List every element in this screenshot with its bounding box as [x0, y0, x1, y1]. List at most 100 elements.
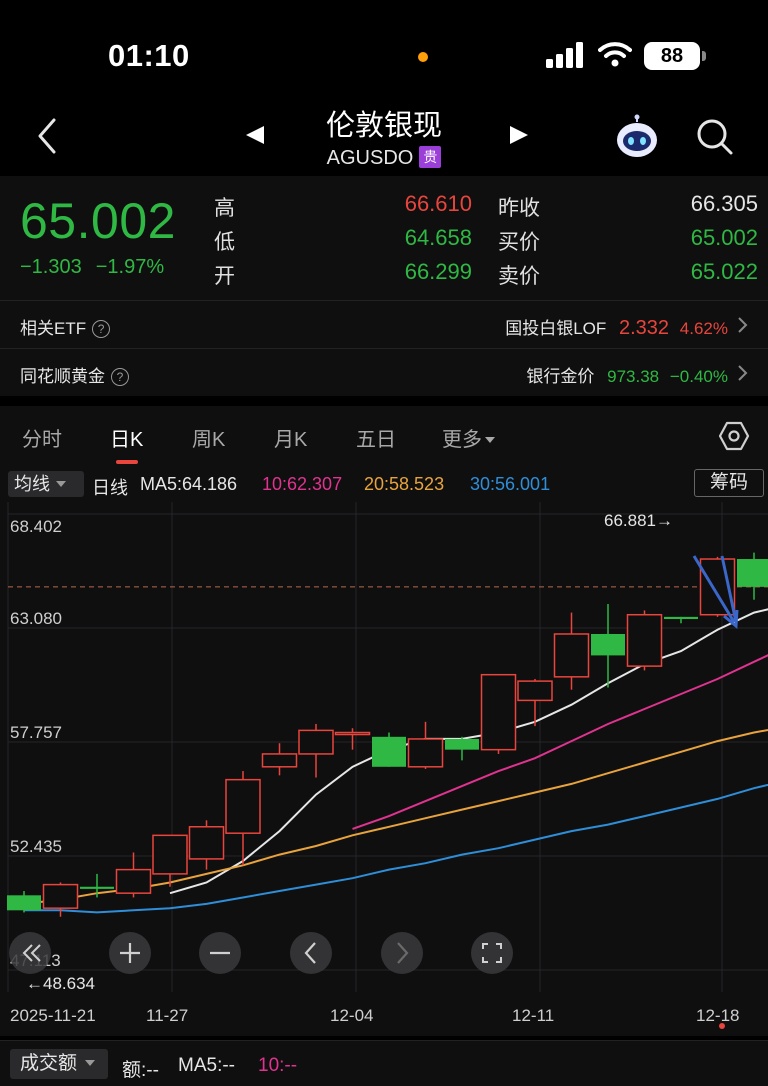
stat-label-prev-close: 昨收 [498, 197, 540, 220]
candle [445, 736, 479, 761]
chart-settings-hexagon-icon[interactable] [718, 420, 750, 452]
bank-gold-quote: 银行金价 973.38 −0.40% [526, 362, 728, 387]
instrument-code: AGUSDO 贵 [284, 146, 484, 170]
candle-body [480, 673, 517, 751]
bank-gold-price: 973.38 [607, 367, 660, 386]
chip-distribution-button[interactable]: 筹码 [694, 469, 764, 497]
indicator-select[interactable]: 均线 [8, 471, 84, 497]
max-price-label: 66.881→ [604, 511, 673, 530]
volume-select-label: 成交额 [20, 1053, 78, 1074]
today-marker-dot [719, 1023, 725, 1029]
y-tick-label: 52.435 [10, 837, 62, 856]
related-etf-name: 国投白银LOF [505, 319, 607, 338]
prev-instrument-icon[interactable] [244, 124, 266, 146]
caret-down-icon [85, 1060, 96, 1066]
x-tick-label: 11-27 [146, 1006, 188, 1025]
candle-body [115, 868, 152, 894]
status-bar: 01:10 88 [0, 0, 768, 100]
code-text: AGUSDO [326, 147, 414, 169]
volume-legend-bar: 成交额 额:-- MA5:-- 10:-- [0, 1040, 768, 1086]
help-icon[interactable]: ? [92, 320, 111, 338]
period-tabs: 分时 日K 周K 月K 五日 更多 [0, 406, 768, 466]
candle [298, 723, 334, 778]
indicator-select-label: 均线 [14, 474, 50, 494]
zoom-in-button[interactable] [109, 932, 151, 974]
battery-tip [702, 51, 706, 61]
stat-label-open: 开 [214, 265, 235, 288]
tab-intraday[interactable]: 分时 [22, 423, 62, 452]
chevron-right-icon [738, 317, 748, 333]
candle [80, 873, 114, 898]
ma20-value: 20:58.523 [364, 474, 445, 494]
stat-label-high: 高 [214, 197, 235, 220]
ma-legend-bar: 均线 日线 MA5:64.186 10:62.307 20:58.523 30:… [0, 466, 768, 502]
tab-daily-k[interactable]: 日K [110, 423, 143, 452]
ma30-value: 30:56.001 [470, 474, 551, 494]
candle-body [517, 680, 553, 702]
x-tick-label: 12-04 [330, 1006, 373, 1025]
zoom-out-button[interactable] [199, 932, 241, 974]
candles [7, 552, 768, 917]
tab-monthly-k[interactable]: 月K [274, 423, 307, 452]
caret-down-icon [485, 437, 495, 443]
next-instrument-icon[interactable] [508, 124, 530, 146]
tab-five-day[interactable]: 五日 [356, 423, 396, 452]
volume-indicator-select[interactable]: 成交额 [10, 1049, 108, 1079]
candle [517, 678, 553, 727]
ai-assistant-robot-icon[interactable] [614, 114, 660, 160]
scroll-right-button[interactable] [381, 932, 423, 974]
ths-gold-row[interactable]: 同花顺黄金? 银行金价 973.38 −0.40% [0, 348, 768, 396]
volume-amount: 额:-- [122, 1060, 159, 1081]
kline-chart-svg[interactable]: 68.40263.08057.75752.43547.11366.881→←48… [0, 502, 768, 1036]
change-value: −1.303 [20, 256, 82, 278]
related-etf-row[interactable]: 相关ETF? 国投白银LOF 2.332 4.62% [0, 300, 768, 348]
last-price: 65.002 [20, 193, 176, 249]
y-tick-label: 63.080 [10, 609, 62, 628]
scroll-left-button[interactable] [290, 932, 332, 974]
candle-body [445, 738, 479, 750]
stat-value-open: 66.299 [404, 259, 472, 284]
candle [261, 743, 298, 776]
candle-body [7, 895, 41, 911]
chart-control-buttons [9, 932, 513, 974]
help-icon[interactable]: ? [111, 368, 129, 386]
caret-down-icon [56, 481, 66, 487]
bank-gold-pct: −0.40% [669, 367, 728, 386]
candle-body [626, 613, 663, 667]
candle [737, 552, 768, 600]
ma5-value: MA5:64.186 [140, 474, 238, 494]
candle [188, 820, 225, 870]
candle [7, 891, 41, 913]
candle-body [298, 729, 334, 755]
scroll-start-button[interactable] [9, 932, 51, 974]
kline-chart[interactable]: 68.40263.08057.75752.43547.11366.881→←48… [0, 502, 768, 1036]
x-tick-label: 2025-11-21 [10, 1006, 96, 1025]
tab-weekly-k[interactable]: 周K [192, 423, 225, 452]
volume-ma5: MA5:-- [178, 1055, 235, 1076]
candle [553, 612, 590, 690]
related-etf-label: 相关ETF? [20, 314, 111, 339]
recording-indicator [418, 52, 428, 62]
tab-more[interactable]: 更多 [442, 423, 495, 452]
page-title: 伦敦银现 [325, 110, 442, 142]
candle-body [334, 731, 371, 736]
candle-body [80, 886, 114, 889]
quote-panel: 65.002 −1.303 −1.97% 高 66.610 低 64.658 开 … [0, 176, 768, 300]
candle-body [664, 616, 698, 619]
candle-body [225, 778, 261, 834]
candle-body [591, 633, 625, 656]
fullscreen-button[interactable] [471, 932, 513, 974]
back-arrow-icon[interactable] [32, 116, 62, 156]
related-etf-pct: 4.62% [679, 319, 728, 338]
ths-gold-label-text: 同花顺黄金 [20, 367, 105, 386]
stat-value-ask: 65.022 [690, 259, 758, 284]
change-percent: −1.97% [95, 256, 165, 278]
ths-gold-label: 同花顺黄金? [20, 362, 129, 387]
candle-body [261, 753, 298, 768]
tab-more-label: 更多 [442, 429, 482, 451]
stat-value-low: 64.658 [404, 225, 472, 250]
candle-body [737, 559, 768, 587]
related-etf-label-text: 相关ETF [20, 319, 87, 338]
search-icon[interactable] [694, 116, 734, 156]
price-change: −1.303 −1.97% [20, 256, 178, 279]
